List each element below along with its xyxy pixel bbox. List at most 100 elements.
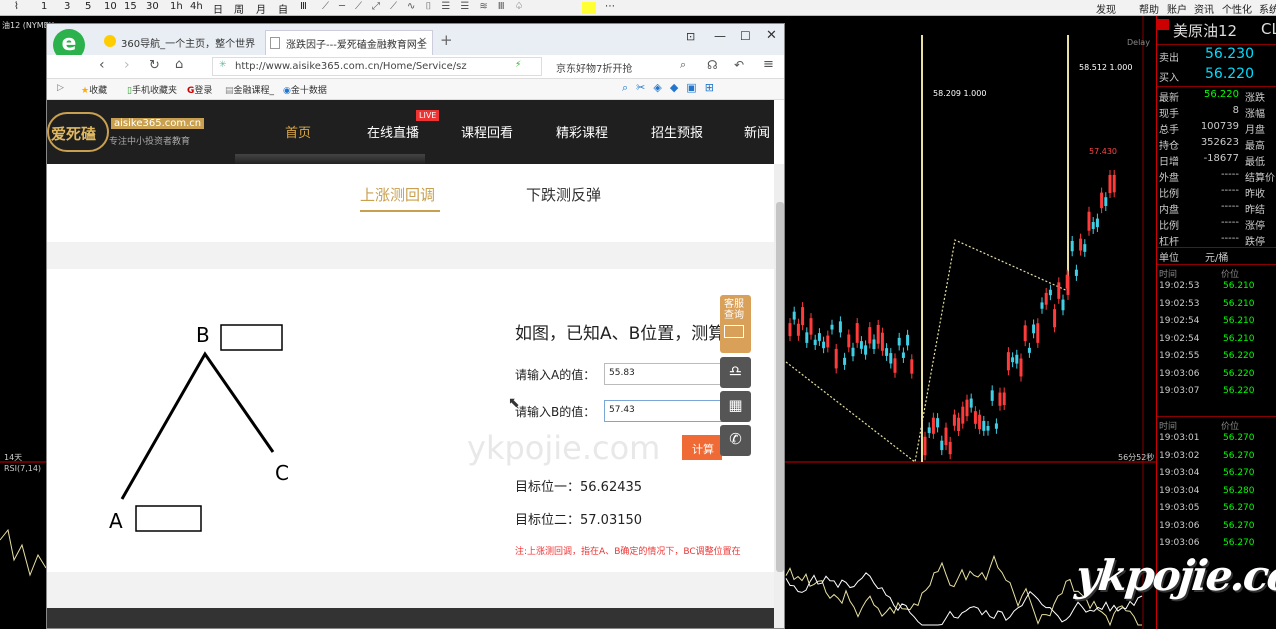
nav-replay[interactable]: 课程回看: [461, 122, 513, 141]
tab-aisike-title: 涨跌因子---爱死磕金融教育网全: [286, 40, 427, 51]
maximize-icon[interactable]: ☐: [740, 29, 751, 43]
stat-right-label: 月盘: [1245, 125, 1265, 136]
candle-body: [1023, 325, 1027, 342]
calculate-button[interactable]: 计算: [682, 435, 722, 460]
stat-label: 外盘: [1159, 173, 1179, 184]
tick-price: 56.270: [1223, 468, 1255, 478]
candle-body: [986, 425, 990, 431]
menu-icon[interactable]: ≡: [763, 57, 774, 72]
ticks2-price-header: 价位: [1221, 422, 1240, 432]
period-15[interactable]: 15: [124, 1, 137, 12]
draw-tool-icon[interactable]: ⌇: [14, 1, 19, 12]
period-month[interactable]: 月: [256, 1, 266, 16]
period-10[interactable]: 10: [104, 1, 117, 12]
undo-icon[interactable]: ↶: [734, 58, 744, 72]
new-tab-icon[interactable]: +: [440, 31, 453, 49]
minimize-icon[interactable]: —: [714, 29, 726, 43]
candle-body: [893, 358, 897, 373]
stat-value: -----: [1220, 217, 1239, 228]
candle-body: [838, 321, 842, 333]
nav-courses[interactable]: 精彩课程: [556, 122, 608, 141]
site-slogan: 专注中小投资者教育: [109, 137, 191, 147]
fav-mobile[interactable]: ▯手机收藏夹: [127, 83, 177, 96]
pin-icon[interactable]: ⊡: [686, 30, 695, 43]
candle-body: [855, 323, 859, 343]
a-value-input[interactable]: 55.83: [604, 363, 731, 385]
stat-label: 比例: [1159, 221, 1179, 232]
sidebar-toggle-icon[interactable]: ▷: [57, 83, 64, 93]
nav-home[interactable]: 首页: [285, 122, 311, 141]
url-box[interactable]: ✳ http://www.aisike365.com.cn/Home/Servi…: [212, 57, 542, 76]
ticks2-time-header: 时间: [1159, 422, 1178, 432]
tab-360-nav[interactable]: 360导航_一个主页，整个世界: [101, 30, 263, 55]
tab-rise-retrace[interactable]: 上涨测回调: [360, 184, 435, 205]
tick-time: 19:02:53: [1159, 281, 1200, 291]
extension-icons[interactable]: ⌕✂◈◆▣⊞: [622, 81, 722, 95]
period-custom[interactable]: 自: [278, 1, 288, 16]
phone-button[interactable]: ✆: [720, 425, 751, 456]
period-week[interactable]: 周: [234, 1, 244, 16]
tick-price: 56.270: [1223, 520, 1255, 531]
more-tools-icon[interactable]: ⋯: [605, 1, 615, 12]
candle-body: [1006, 352, 1010, 371]
highlight-tool-icon[interactable]: [582, 2, 596, 14]
fav-login[interactable]: G登录: [187, 83, 212, 96]
menu-system[interactable]: 系统: [1259, 1, 1276, 16]
period-1h[interactable]: 1h: [170, 1, 183, 12]
menu-personalize[interactable]: 个性化: [1222, 1, 1252, 16]
forward-icon[interactable]: ›: [124, 57, 130, 73]
qq-button[interactable]: ♎: [720, 357, 751, 388]
tick-row: 19:03:04 56.280: [1159, 486, 1275, 502]
nav-live[interactable]: 在线直播: [367, 122, 419, 141]
fav-jin10-label: 金十数据: [290, 86, 327, 96]
menu-account[interactable]: 账户: [1167, 1, 1187, 16]
candle-body: [901, 352, 905, 358]
period-5[interactable]: 5: [85, 1, 91, 12]
period-more[interactable]: Ⅲ: [300, 1, 307, 12]
candle-body: [927, 427, 931, 434]
candle-body: [982, 420, 986, 431]
period-1[interactable]: 1: [41, 1, 47, 12]
b-value-input[interactable]: 57.43: [604, 400, 731, 422]
qrcode-button[interactable]: ▦: [720, 391, 751, 422]
high-label: 57.430: [1089, 147, 1117, 156]
candle-body: [826, 335, 830, 348]
scrollbar-thumb[interactable]: [776, 202, 784, 572]
home-icon[interactable]: ⌂: [175, 57, 183, 72]
candle-body: [1011, 357, 1015, 363]
menu-news[interactable]: 资讯: [1194, 1, 1214, 16]
tick-time: 19:03:02: [1159, 450, 1200, 461]
nav-news[interactable]: 新闻: [744, 122, 770, 141]
back-icon[interactable]: ‹: [99, 57, 105, 73]
site-logo[interactable]: 爱死磕: [47, 112, 109, 152]
tick-time: 19:02:54: [1159, 316, 1200, 326]
close-window-icon[interactable]: ✕: [766, 28, 777, 43]
fav-jin10[interactable]: ◉金十数据: [283, 83, 327, 96]
period-label: 14天: [4, 453, 23, 462]
tick-row: 19:02:55 56.220: [1159, 351, 1275, 367]
nav-enroll[interactable]: 招生预报: [651, 122, 703, 141]
menu-discover[interactable]: 发现: [1096, 1, 1116, 16]
abc-diagram: [120, 324, 283, 532]
tab-fall-rebound[interactable]: 下跌测反弹: [526, 184, 601, 205]
period-3[interactable]: 3: [64, 1, 70, 12]
period-30[interactable]: 30: [146, 1, 159, 12]
flash-icon: ⚡: [515, 60, 522, 70]
search-box[interactable]: 京东好物7折开抢 ⌕: [550, 57, 695, 76]
fav-course[interactable]: ▤金融课程_: [225, 83, 274, 96]
tab-close-icon[interactable]: ×: [418, 34, 427, 47]
headset-icon[interactable]: ☊: [707, 58, 718, 72]
stat-label: 最新: [1159, 93, 1179, 104]
search-icon[interactable]: ⌕: [680, 58, 686, 72]
period-4h[interactable]: 4h: [190, 1, 203, 12]
menu-help[interactable]: 帮助: [1139, 1, 1159, 16]
tab-aisike[interactable]: 涨跌因子---爱死磕金融教育网全 ×: [265, 30, 433, 55]
reload-icon[interactable]: ↻: [149, 58, 160, 73]
candle-body: [1019, 358, 1023, 377]
drawing-tools-icon[interactable]: ⟋─⟋⤢⟋∿⌷☰☰≋Ⅲ♤: [322, 1, 534, 12]
candle-body: [931, 417, 935, 434]
fav-collect[interactable]: ★收藏: [81, 83, 107, 96]
period-day[interactable]: 日: [213, 1, 223, 16]
stat-row: 比例 ----- 涨停: [1159, 217, 1275, 233]
service-button[interactable]: 客服查询: [720, 295, 751, 353]
